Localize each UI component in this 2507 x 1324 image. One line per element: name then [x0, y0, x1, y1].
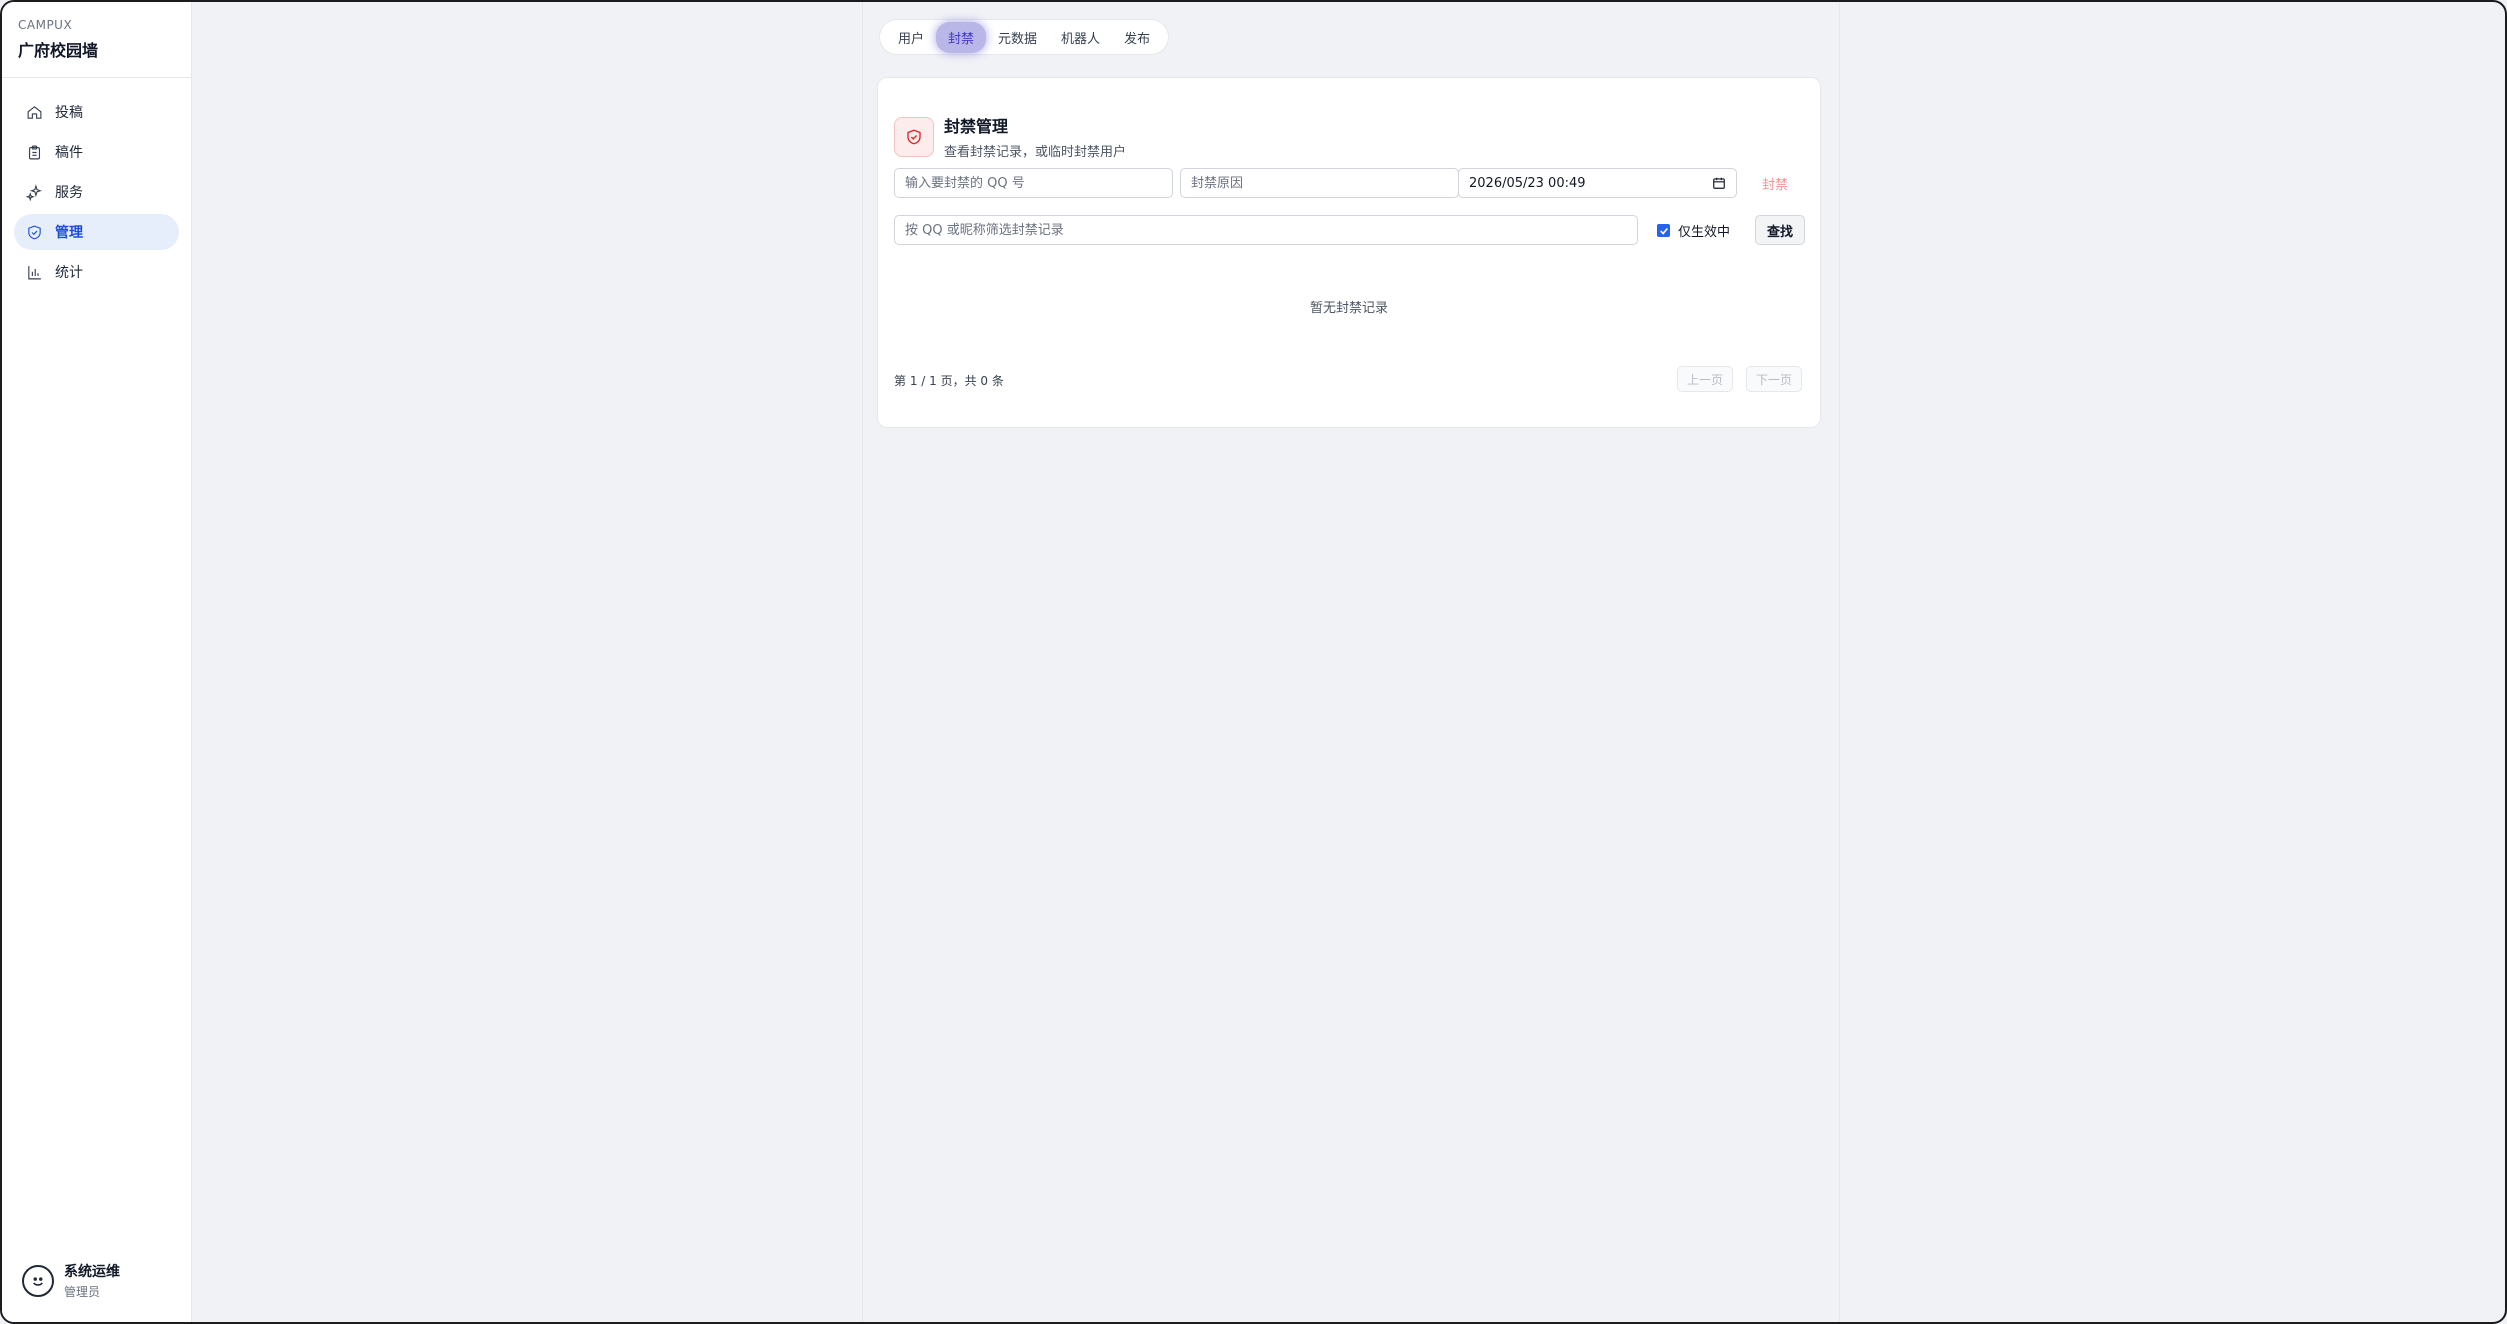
active-only-label: 仅生效中: [1678, 225, 1731, 240]
sidebar-nav: 投稿 稿件 服务 管理 统计: [2, 78, 191, 310]
sidebar-item-submit[interactable]: 投稿: [14, 94, 179, 130]
filter-input[interactable]: [894, 215, 1638, 245]
app-window: CAMPUX 广府校园墙 投稿 稿件 服务 管理 统计 系统运维 管理员 用户 …: [0, 0, 2507, 1324]
active-only-checkbox[interactable]: [1657, 224, 1670, 237]
tab-users[interactable]: 用户: [886, 22, 936, 53]
brand-subtitle: CAMPUX: [18, 18, 73, 32]
sidebar-item-services[interactable]: 服务: [14, 174, 179, 210]
sidebar-item-label: 服务: [55, 185, 83, 201]
ban-button[interactable]: 封禁: [1756, 170, 1794, 197]
user-name: 系统运维: [64, 1264, 120, 1280]
admin-tabs: 用户 封禁 元数据 机器人 发布: [879, 19, 1170, 55]
shield-icon: [894, 116, 934, 157]
user-profile[interactable]: 系统运维 管理员: [22, 1261, 120, 1300]
ban-reason-input[interactable]: [1180, 168, 1459, 198]
sidebar-item-label: 投稿: [55, 105, 83, 121]
card-header: 封禁管理 查看封禁记录，或临时封禁用户: [894, 113, 1126, 160]
tab-publish[interactable]: 发布: [1112, 22, 1162, 53]
ban-until-date-field[interactable]: 2026/05/23 00:49: [1458, 168, 1737, 198]
tab-metadata[interactable]: 元数据: [986, 22, 1049, 53]
next-page-button[interactable]: 下一页: [1746, 366, 1803, 392]
card-description: 查看封禁记录，或临时封禁用户: [944, 145, 1127, 160]
sidebar-item-label: 统计: [55, 265, 83, 281]
avatar: [22, 1264, 54, 1297]
sidebar-item-label: 稿件: [55, 145, 83, 161]
sidebar-item-label: 管理: [55, 225, 83, 241]
tab-bans[interactable]: 封禁: [936, 21, 987, 53]
empty-state: 暂无封禁记录: [1309, 301, 1388, 316]
smiley-icon: [33, 1276, 43, 1286]
brand-title: 广府校园墙: [18, 41, 99, 60]
main-content: 用户 封禁 元数据 机器人 发布 封禁管理 查看封禁记录，或临时封禁用户 202…: [862, 2, 1840, 1322]
ban-management-card: 封禁管理 查看封禁记录，或临时封禁用户 2026/05/23 00:49 封禁 …: [877, 77, 1821, 428]
home-icon: [27, 105, 42, 119]
brand: CAMPUX 广府校园墙: [2, 2, 191, 78]
card-title: 封禁管理: [944, 117, 1009, 136]
sidebar-item-manuscripts[interactable]: 稿件: [14, 134, 179, 170]
pagination-info: 第 1 / 1 页，共 0 条: [894, 374, 1004, 388]
sidebar-item-manage[interactable]: 管理: [14, 214, 179, 250]
clipboard-icon: [28, 145, 41, 159]
sidebar: CAMPUX 广府校园墙 投稿 稿件 服务 管理 统计 系统运维 管理员: [2, 2, 192, 1322]
prev-page-button[interactable]: 上一页: [1677, 366, 1734, 392]
date-value: 2026/05/23 00:49: [1469, 175, 1586, 191]
shield-icon: [28, 225, 41, 239]
active-only-toggle[interactable]: 仅生效中: [1657, 221, 1730, 240]
sparkle-icon: [26, 183, 42, 201]
calendar-icon[interactable]: [1712, 176, 1726, 190]
sidebar-item-stats[interactable]: 统计: [14, 254, 179, 290]
check-icon: [1659, 227, 1668, 235]
search-button[interactable]: 查找: [1755, 215, 1805, 245]
tab-bots[interactable]: 机器人: [1049, 22, 1112, 53]
bar-chart-icon: [28, 265, 41, 279]
user-role: 管理员: [64, 1285, 101, 1299]
qq-input[interactable]: [894, 168, 1173, 198]
